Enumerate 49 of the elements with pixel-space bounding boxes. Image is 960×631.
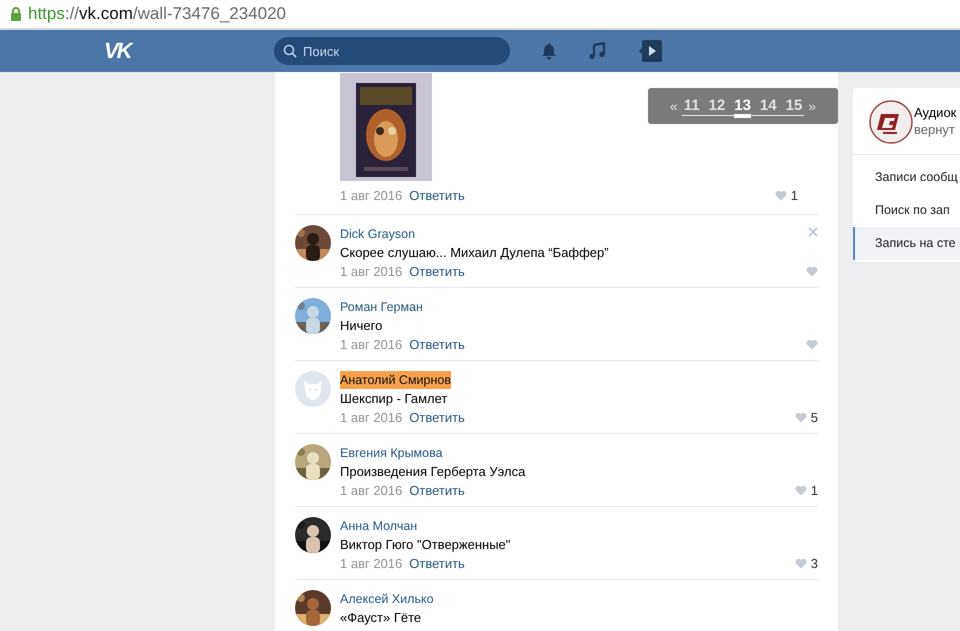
comment-date: 1 авг 2016 <box>340 188 402 202</box>
comment-date: 1 авг 2016 <box>340 336 402 352</box>
reply-link[interactable]: Ответить <box>409 556 465 570</box>
reply-link[interactable]: Ответить <box>409 482 465 498</box>
heart-icon[interactable] <box>774 190 787 200</box>
heart-icon[interactable] <box>806 338 818 350</box>
reply-link[interactable]: Ответить <box>409 336 465 352</box>
author-link[interactable]: Dick Grayson <box>340 225 416 243</box>
search-field[interactable]: Поиск <box>274 37 510 65</box>
vk-logo[interactable]: VK <box>104 38 131 64</box>
like-count: 3 <box>810 556 818 570</box>
comment-date: 1 авг 2016 <box>340 264 402 278</box>
group-title[interactable]: Аудиок <box>914 104 956 121</box>
sidebar-menu-item[interactable]: Записи сообщ <box>853 161 960 194</box>
search-icon[interactable] <box>283 44 297 58</box>
default-avatar-icon[interactable] <box>295 371 331 407</box>
author-link[interactable]: Евгения Крымова <box>340 444 443 462</box>
address-url[interactable]: https://vk.com/wall-73476_234020 <box>28 4 286 24</box>
music-icon[interactable] <box>588 42 606 60</box>
author-link[interactable]: Роман Герман <box>340 298 423 316</box>
like-count: 1 <box>810 482 818 498</box>
reply-link[interactable]: Ответить <box>409 264 465 278</box>
author-link[interactable]: Анатолий Смирнов <box>340 371 451 389</box>
author-link[interactable]: Анна Молчан <box>340 517 418 535</box>
heart-icon[interactable] <box>794 558 807 568</box>
comment-date: 1 авг 2016 <box>340 482 402 498</box>
heart-icon[interactable] <box>806 266 818 276</box>
bell-icon[interactable] <box>540 42 558 60</box>
comment-text: Шекспир - Гамлет <box>340 390 448 408</box>
close-icon[interactable] <box>808 227 818 237</box>
sidebar-menu-item[interactable]: Запись на сте <box>853 227 960 260</box>
like-count: 1 <box>790 188 798 202</box>
book-logo-icon[interactable] <box>869 100 913 144</box>
comment-date: 1 авг 2016 <box>340 556 402 570</box>
reply-link[interactable]: Ответить <box>409 188 465 202</box>
comment-text: Скорее слушаю... Михаил Дулепа “Баффер” <box>340 244 610 262</box>
heart-icon[interactable] <box>794 484 807 496</box>
comment-text: «Фауст» Гёте <box>340 609 422 627</box>
comment-text: Произведения Герберта Уэлса <box>340 463 526 481</box>
comment-text: Ничего <box>340 317 384 335</box>
lock-icon[interactable] <box>10 6 22 22</box>
like-count: 5 <box>810 410 818 424</box>
sidebar-menu-item[interactable]: Поиск по зап <box>853 194 960 227</box>
comment-text: Виктор Гюго "Отверженные" <box>340 536 512 554</box>
comment-date: 1 авг 2016 <box>340 410 402 424</box>
group-subtitle: вернут <box>914 121 956 138</box>
heart-icon[interactable] <box>794 412 807 422</box>
reply-link[interactable]: Ответить <box>409 410 465 424</box>
author-link[interactable]: Алексей Хилько <box>340 590 434 608</box>
